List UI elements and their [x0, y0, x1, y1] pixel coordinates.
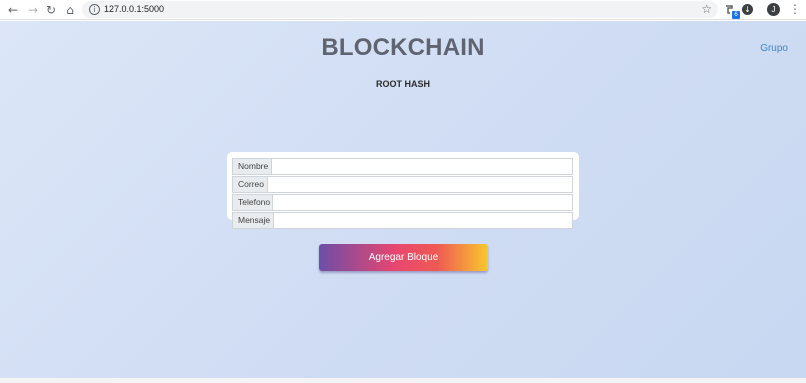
root-hash-label: ROOT HASH [376, 79, 430, 89]
page-body: BLOCKCHAIN Grupo ROOT HASH Nombre Correo… [0, 21, 806, 378]
correo-label: Correo [232, 176, 270, 193]
extension-icon[interactable]: 6 [724, 3, 740, 19]
url-text[interactable]: 127.0.0.1:5000 [104, 4, 164, 14]
nombre-label: Nombre [232, 158, 275, 175]
info-icon[interactable]: i [89, 4, 100, 15]
correo-input[interactable] [267, 176, 573, 193]
mensaje-input[interactable] [273, 212, 573, 229]
telefono-label: Telefono [232, 194, 277, 211]
form-row-nombre: Nombre [232, 158, 573, 175]
extension-badge: 6 [732, 11, 740, 19]
block-form: Nombre Correo Telefono Mensaje [227, 152, 579, 229]
home-icon[interactable]: ⌂ [62, 2, 78, 18]
menu-icon[interactable]: ⋮ [789, 2, 801, 16]
address-bar[interactable]: i 127.0.0.1:5000 ☆ [82, 1, 718, 18]
group-link[interactable]: Grupo [760, 43, 788, 54]
mensaje-label: Mensaje [232, 212, 277, 229]
forward-arrow-icon[interactable]: → [25, 2, 41, 18]
browser-toolbar: ← → ↻ ⌂ i 127.0.0.1:5000 ☆ 6 ↓ J ⋮ [0, 0, 806, 20]
download-icon[interactable]: ↓ [742, 4, 753, 15]
page-title: BLOCKCHAIN [321, 34, 485, 61]
form-row-correo: Correo [232, 176, 573, 193]
nombre-input[interactable] [271, 158, 573, 175]
back-arrow-icon[interactable]: ← [5, 2, 21, 18]
telefono-input[interactable] [272, 194, 573, 211]
avatar[interactable]: J [767, 3, 780, 16]
form-row-mensaje: Mensaje [232, 212, 573, 229]
form-row-telefono: Telefono [232, 194, 573, 211]
add-block-button[interactable]: Agregar Bloque [319, 244, 488, 271]
star-icon[interactable]: ☆ [701, 2, 712, 16]
bottom-strip [0, 378, 806, 383]
reload-icon[interactable]: ↻ [43, 2, 59, 18]
